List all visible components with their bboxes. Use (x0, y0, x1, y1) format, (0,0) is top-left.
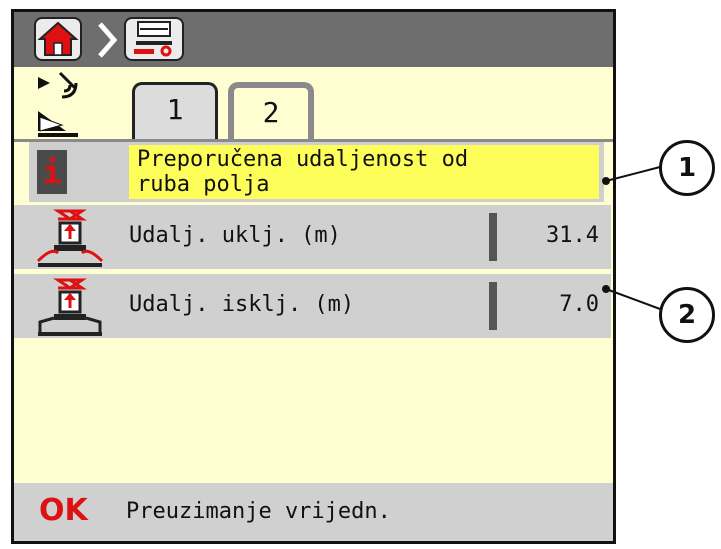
boundary-spread-icon (38, 111, 78, 137)
info-row: i Preporučena udaljenost od ruba polja (29, 142, 604, 202)
param-label: Udalj. isklj. (m) (129, 292, 355, 317)
info-icon: i (37, 150, 67, 194)
spreader-settings-icon (134, 21, 172, 57)
param-divider (489, 282, 497, 330)
param-row-switch-on-distance[interactable]: Udalj. uklj. (m) 31.4 (14, 205, 611, 269)
callout-1: 1 (659, 140, 715, 196)
info-text-line1: Preporučena udaljenost od (137, 147, 469, 172)
softkey-bar[interactable]: OK Preuzimanje vrijedn. (14, 483, 613, 541)
gps-signal-icon (38, 71, 78, 99)
status-icons (38, 71, 78, 137)
ok-button[interactable]: OK (39, 493, 88, 528)
spreader-on-icon (36, 209, 104, 267)
spreader-settings-button[interactable] (124, 17, 184, 61)
callout-2: 2 (659, 287, 715, 343)
info-text-line2: ruba polja (137, 172, 270, 197)
terminal-screen: 1 2 i Preporučena udaljenost od ruba pol… (11, 9, 616, 544)
tab-2[interactable]: 2 (228, 82, 314, 144)
tab-1[interactable]: 1 (132, 82, 218, 144)
spreader-off-icon (38, 278, 102, 336)
param-row-switch-off-distance[interactable]: Udalj. isklj. (m) 7.0 (14, 274, 611, 338)
callout-leader-1 (602, 166, 661, 185)
callout-leader-2 (602, 285, 661, 310)
ok-description: Preuzimanje vrijedn. (126, 499, 391, 524)
breadcrumb-chevron-icon (98, 22, 118, 58)
home-icon (37, 21, 79, 56)
home-button[interactable] (34, 17, 82, 61)
param-divider (489, 213, 497, 261)
param-value[interactable]: 7.0 (559, 292, 599, 317)
param-label: Udalj. uklj. (m) (129, 223, 341, 248)
param-value[interactable]: 31.4 (546, 223, 599, 248)
breadcrumb-bar (14, 12, 613, 67)
info-text: Preporučena udaljenost od ruba polja (129, 145, 599, 199)
